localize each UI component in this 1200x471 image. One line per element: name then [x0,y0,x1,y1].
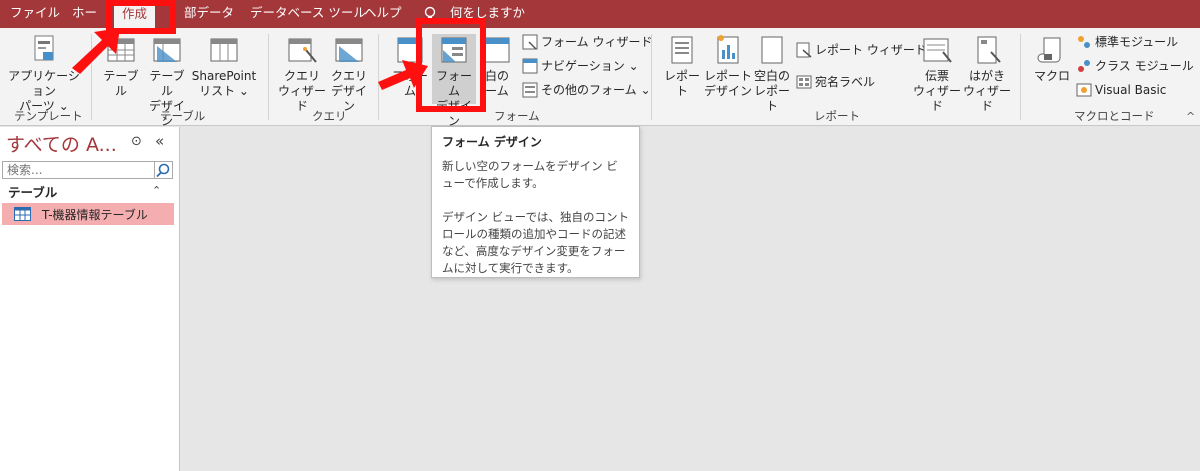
visual-basic-icon [1076,83,1092,97]
more-forms-label: その他のフォーム ⌄ [541,83,651,97]
postcard-wizard-icon [977,36,1001,64]
report-button[interactable]: レポート [660,34,704,99]
blank-report-label: 空白の レポート [753,69,790,113]
tab-external-data[interactable]: 部データ [176,0,242,28]
report-wizard-icon [796,42,812,58]
red-arrow-icon [378,60,428,90]
slip-wizard-icon [923,38,952,63]
more-forms-button[interactable]: その他のフォーム ⌄ [522,80,651,100]
macro-label: マクロ [1033,69,1070,83]
collapse-ribbon-icon[interactable]: ^ [1186,110,1195,123]
module-icon [1078,36,1090,48]
query-design-button[interactable]: クエリ デザイン [326,34,372,114]
query-design-icon [335,38,363,62]
postcard-wizard-button[interactable]: はがき ウィザード [962,34,1012,114]
visual-basic-label: Visual Basic [1095,83,1167,97]
standard-module-button[interactable]: 標準モジュール [1076,32,1178,52]
tooltip-paragraph-2: デザイン ビューでは、独自のコントロールの種類の追加やコードの記述など、高度なデ… [442,210,629,275]
navigation-label: ナビゲーション ⌄ [541,59,639,73]
group-label-forms: フォーム [494,109,540,123]
nav-item-label: T-機器情報テーブル [42,208,148,222]
table-icon [14,207,31,221]
group-label-query: クエリ [312,109,347,123]
standard-module-label: 標準モジュール [1095,35,1179,49]
query-wizard-label: クエリ ウィザード [277,69,326,113]
group-label-tables: テーブル [160,109,206,123]
slip-wizard-button[interactable]: 伝票 ウィザード [912,34,962,114]
query-design-label: クエリ デザイン [330,69,367,113]
blank-form-label: 白の ーム [484,69,509,98]
class-module-icon [1078,60,1090,72]
nav-group-header[interactable]: テーブル [8,182,57,201]
nav-dropdown-icon[interactable]: ⊙ [131,134,142,149]
tab-database-tools[interactable]: データベース ツール [242,0,374,28]
query-wizard-button[interactable]: クエリ ウィザード [276,34,328,114]
form-wizard-label: フォーム ウィザード [541,35,653,49]
blank-report-icon [761,36,783,64]
ribbon-separator [1020,34,1021,120]
labels-icon [796,75,812,89]
application-parts-label: アプリケーション パーツ ⌄ [8,69,80,113]
report-wizard-button[interactable]: レポート ウィザード [796,40,927,60]
report-design-icon [717,35,739,64]
visual-basic-button[interactable]: Visual Basic [1076,80,1166,100]
report-design-button[interactable]: レポート デザイン [704,34,752,99]
report-icon [671,36,693,64]
query-wizard-icon [288,38,317,63]
nav-group-toggle-icon[interactable]: ⌃ [152,184,161,197]
slip-wizard-label: 伝票 ウィザード [912,69,961,113]
macro-button[interactable]: マクロ [1030,34,1074,84]
report-label: レポート [663,69,700,98]
nav-collapse-icon[interactable]: « [155,132,164,150]
sharepoint-list-label: SharePoint リスト ⌄ [191,69,257,98]
tab-file[interactable]: ファイル [2,0,68,28]
class-module-button[interactable]: クラス モジュール [1076,56,1194,76]
sharepoint-list-button[interactable]: SharePoint リスト ⌄ [190,34,258,99]
labels-button[interactable]: 宛名ラベル [796,72,875,92]
form-design-tooltip: フォーム デザイン 新しい空のフォームをデザイン ビューで作成します。 デザイン… [431,126,640,278]
nav-item-table[interactable]: T-機器情報テーブル [2,203,174,225]
report-wizard-label: レポート ウィザード [815,43,927,57]
macro-icon [1037,37,1061,63]
search-icon [156,163,170,178]
more-forms-icon [522,82,538,98]
labels-label: 宛名ラベル [815,75,876,89]
group-label-reports: レポート [814,109,860,123]
postcard-wizard-label: はがき ウィザード [962,69,1011,113]
menu-bar: ファイル ホー 作成 部データ データベース ツール ヘルプ 何をしますか [0,0,1200,28]
blank-report-button[interactable]: 空白の レポート [750,34,794,114]
navigation-icon [522,58,538,74]
nav-pane-title[interactable]: すべての A... [6,130,117,157]
sharepoint-list-icon [210,38,238,62]
ribbon-separator [268,34,269,120]
workspace-area [181,127,1200,471]
class-module-label: クラス モジュール [1095,59,1194,73]
group-label-macros: マクロとコード [1074,109,1155,123]
form-wizard-icon [522,34,538,50]
tooltip-paragraph-1: 新しい空のフォームをデザイン ビューで作成します。 [442,159,618,190]
nav-search-input[interactable] [2,161,155,179]
navigation-pane: すべての A... ⊙ « テーブル ⌃ T-機器情報テーブル [0,127,180,471]
table-design-icon [153,38,181,62]
ribbon-separator [651,34,652,120]
tab-help[interactable]: ヘルプ [356,0,410,28]
form-wizard-button[interactable]: フォーム ウィザード [522,32,652,52]
red-arrow-icon [72,28,120,74]
navigation-button[interactable]: ナビゲーション ⌄ [522,56,639,76]
group-label-template: テンプレート [14,109,83,123]
ribbon: アプリケーション パーツ ⌄ テンプレート テーブル テーブル デザイン Sha… [0,28,1200,128]
nav-search-button[interactable] [155,161,173,179]
report-design-label: レポート デザイン [704,69,753,98]
application-parts-icon [34,35,54,61]
tooltip-title: フォーム デザイン [442,135,542,149]
